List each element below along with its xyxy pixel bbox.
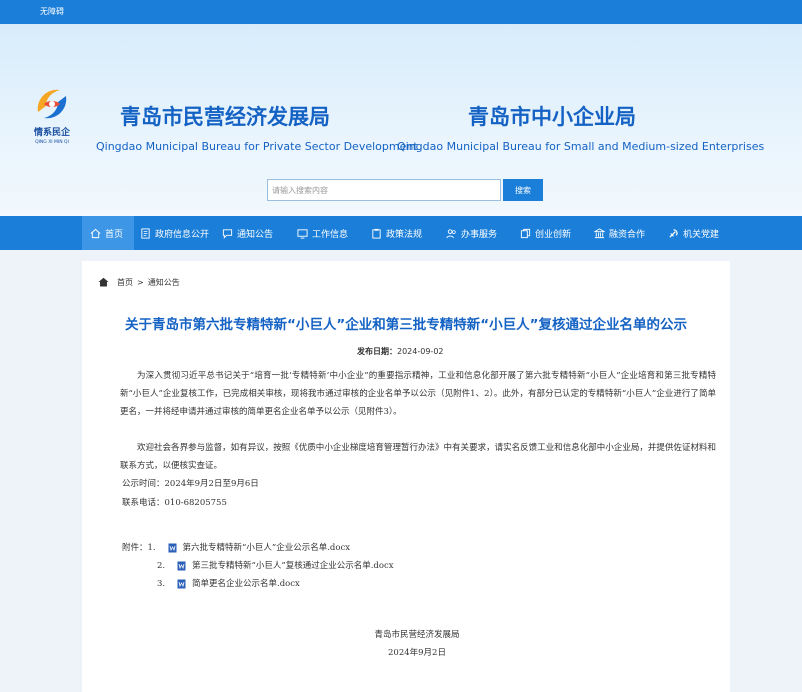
home-icon	[90, 228, 101, 238]
copy-icon	[520, 228, 531, 238]
nav-item-label: 创业创新	[535, 229, 572, 240]
nav-item-finance[interactable]: 融资合作	[594, 216, 645, 250]
site-logo[interactable]: 情系民企 QING XI MIN QI	[28, 82, 76, 152]
word-doc-icon	[168, 543, 177, 553]
publish-date-label: 发布日期：	[357, 347, 397, 356]
attachments-label: 附件：	[122, 543, 148, 553]
bank-icon	[594, 227, 605, 238]
publish-date-value: 2024-09-02	[397, 347, 444, 356]
org2-name-cn: 青岛市中小企业局	[468, 105, 636, 129]
nav-item-home[interactable]: 首页	[82, 216, 134, 250]
search-input[interactable]	[267, 179, 501, 201]
nav-item-label: 融资合作	[609, 229, 646, 240]
nav-item-label: 首页	[105, 229, 124, 240]
nav-item-innovation[interactable]: 创业创新	[520, 216, 571, 250]
word-doc-icon	[177, 579, 186, 589]
breadcrumb-home[interactable]: 首页	[117, 277, 133, 288]
publicity-period: 公示时间：2024年9月2日至9月6日	[122, 479, 259, 489]
party-icon	[669, 228, 678, 238]
attachment-number: 2.	[157, 561, 166, 571]
nav-item-label: 办事服务	[461, 229, 498, 240]
article-title: 关于青岛市第六批专精特新“小巨人”企业和第三批专精特新“小巨人”复核通过企业名单…	[125, 317, 687, 333]
nav-item-work-info[interactable]: 工作信息	[297, 216, 348, 250]
attachment-number: 3.	[157, 579, 166, 589]
nav-item-label: 工作信息	[312, 229, 349, 240]
chat-icon	[222, 228, 233, 239]
attachment-link[interactable]: 简单更名企业公示名单.docx	[192, 578, 300, 590]
monitor-icon	[297, 228, 308, 239]
attachment-number: 1.	[147, 543, 156, 553]
attachment-item[interactable]: 3. 简单更名企业公示名单.docx	[157, 578, 300, 590]
breadcrumb-separator: >	[137, 277, 144, 287]
signature-date: 2024年9月2日	[388, 648, 446, 658]
top-bar: 无障碍	[0, 0, 802, 24]
logo-mark-icon	[37, 89, 67, 119]
nav-item-label: 政策法规	[386, 229, 423, 240]
nav-item-services[interactable]: 办事服务	[446, 216, 497, 250]
accessibility-link[interactable]: 无障碍	[40, 6, 64, 18]
publish-date: 发布日期：2024-09-02	[357, 347, 444, 357]
breadcrumb-current[interactable]: 通知公告	[148, 277, 180, 288]
word-doc-icon	[177, 561, 186, 571]
people-icon	[446, 228, 456, 238]
document-icon	[141, 227, 150, 239]
nav-item-party[interactable]: 机关党建	[668, 216, 719, 250]
article-paragraph-1: 为深入贯彻习近平总书记关于“培育一批‘专精特新’中小企业”的重要指示精神，工业和…	[120, 371, 716, 417]
org1-name-cn: 青岛市民营经济发展局	[120, 105, 330, 129]
home-icon	[98, 277, 109, 287]
attachment-item[interactable]: 2. 第三批专精特新“小巨人”复核通过企业公示名单.docx	[157, 560, 394, 572]
clipboard-icon	[372, 228, 381, 239]
breadcrumb: 首页 > 通知公告	[98, 275, 180, 289]
nav-item-gov-info[interactable]: 政府信息公开	[140, 216, 209, 250]
attachment-item[interactable]: 附件： 1. 第六批专精特新“小巨人”企业公示名单.docx	[122, 542, 350, 554]
main-nav: 首页 政府信息公开 通知公告 工作信息 政策法规 办事服务 创业创新 融资合作 …	[0, 216, 802, 250]
search-button[interactable]: 搜索	[503, 179, 543, 201]
org1-name-en: Qingdao Municipal Bureau for Private Sec…	[96, 140, 418, 153]
nav-item-notices[interactable]: 通知公告	[222, 216, 273, 250]
contact-phone: 联系电话：010-68205755	[122, 498, 227, 508]
logo-text-en: QING XI MIN QI	[35, 140, 69, 145]
attachment-link[interactable]: 第六批专精特新“小巨人”企业公示名单.docx	[183, 542, 351, 554]
nav-item-label: 机关党建	[683, 229, 720, 240]
nav-item-label: 政府信息公开	[155, 229, 210, 240]
attachment-link[interactable]: 第三批专精特新“小巨人”复核通过企业公示名单.docx	[192, 560, 394, 572]
article-paragraph-2: 欢迎社会各界参与监督，如有异议，按照《优质中小企业梯度培育管理暂行办法》中有关要…	[120, 443, 716, 471]
signature-org: 青岛市民营经济发展局	[374, 630, 460, 640]
nav-item-label: 通知公告	[237, 229, 274, 240]
logo-text-cn: 情系民企	[33, 128, 70, 138]
org2-name-en: Qingdao Municipal Bureau for Small and M…	[397, 140, 765, 153]
nav-item-policy[interactable]: 政策法规	[371, 216, 422, 250]
